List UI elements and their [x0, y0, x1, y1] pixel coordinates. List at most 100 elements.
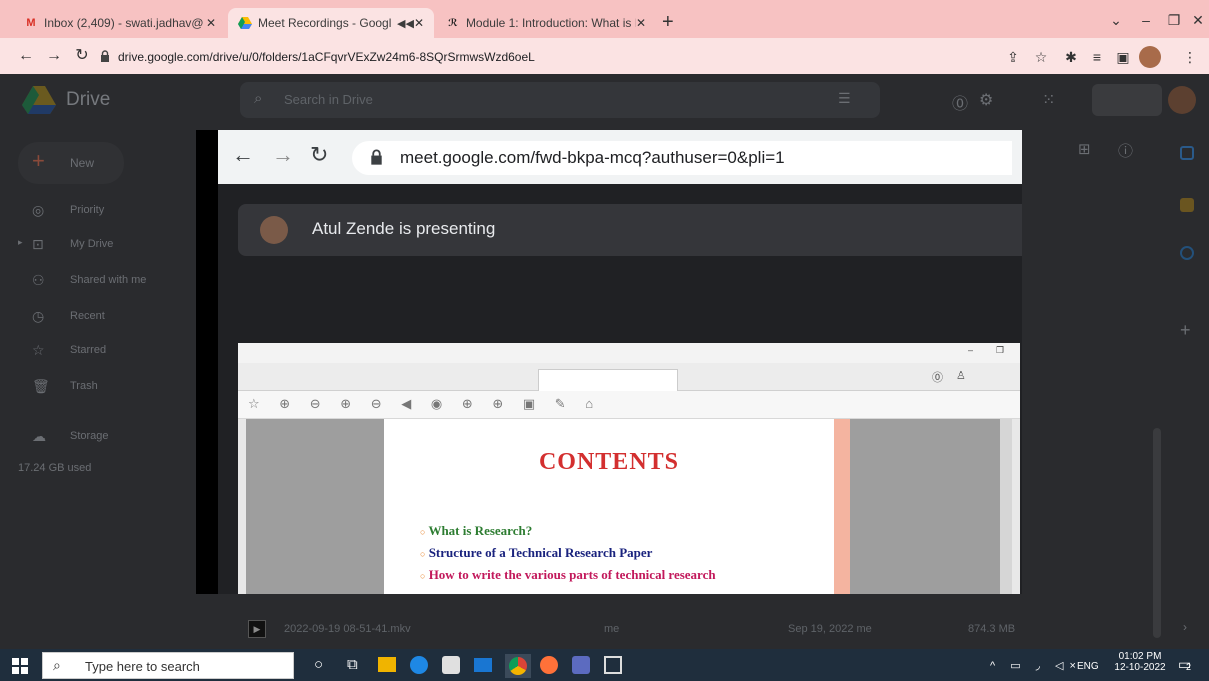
pdf-list-item: ○ How to write the various parts of tech…	[420, 567, 716, 582]
settings-gear-icon[interactable]: ⚙	[979, 90, 993, 110]
nav-label: Starred	[70, 344, 107, 356]
mail-icon[interactable]	[474, 658, 492, 672]
file-list-scrollbar[interactable]	[1153, 428, 1161, 638]
account-avatar[interactable]	[1168, 86, 1196, 114]
extensions-icon[interactable]: ✱	[1059, 45, 1083, 69]
presenter-avatar	[260, 216, 288, 244]
pdf-contents-heading: CONTENTS	[538, 449, 680, 475]
pdf-list-item: ○ Structure of a Technical Research Pape…	[420, 545, 653, 560]
grid-view-icon[interactable]: ⊞	[1078, 140, 1091, 158]
star-icon: ☆	[32, 342, 45, 358]
calendar-addon-icon[interactable]	[1180, 146, 1194, 160]
system-tray-icons[interactable]: ^ ▭ ◞ ◁×	[990, 659, 1082, 672]
tab-module-1[interactable]: ℛ Module 1: Introduction: What is I ✕	[436, 8, 656, 38]
taskbar-clock[interactable]: 01:02 PM 12-10-2022	[1110, 651, 1170, 673]
nav-label: Trash	[70, 380, 98, 392]
nav-label: Recent	[70, 310, 105, 322]
drive-logo-text: Drive	[66, 89, 111, 110]
file-owner: me	[604, 623, 620, 635]
search-icon: ⌕	[53, 657, 61, 673]
search-options-icon[interactable]: ☰	[838, 90, 851, 107]
tab-label: Inbox (2,409) - swati.jadhav@chr	[44, 16, 204, 30]
chrome-taskbar-button[interactable]	[505, 654, 531, 678]
notification-center-icon[interactable]: ▭ 2	[1178, 656, 1198, 674]
cloud-icon: ☁	[32, 428, 46, 444]
meet-forward-arrow-icon: →	[272, 142, 294, 167]
add-addon-plus-icon[interactable]: +	[1180, 320, 1191, 341]
pdf-minimize-icon: –	[968, 345, 974, 355]
file-name: 2022-09-19 08-51-41.mkv	[284, 623, 411, 635]
firefox-icon[interactable]	[540, 656, 558, 674]
bookmark-star-icon[interactable]: ☆	[1029, 45, 1053, 69]
meet-reload-icon: ↻	[310, 142, 329, 167]
gmail-icon: M	[26, 17, 36, 29]
lock-icon[interactable]	[100, 50, 112, 64]
profile-avatar[interactable]	[1139, 46, 1161, 68]
store-icon[interactable]	[442, 656, 460, 674]
back-arrow-icon[interactable]: ←	[14, 44, 38, 68]
task-view-icon[interactable]: ⧉	[347, 656, 358, 673]
pdf-page: CONTENTS ○ What is Research? ○ Structure…	[384, 419, 834, 594]
tab-close-icon[interactable]: ✕	[206, 16, 216, 30]
tab-label: Module 1: Introduction: What is I	[465, 16, 636, 30]
pdf-list-item: ○ What is Research?	[420, 523, 533, 538]
bullet-icon: ○	[420, 549, 426, 559]
close-window-icon[interactable]: ✕	[1180, 8, 1209, 32]
tab-label: Meet Recordings - Google D	[258, 16, 392, 30]
bullet-icon: ○	[420, 527, 426, 537]
nav-label: Shared with me	[70, 274, 147, 286]
cortana-icon[interactable]: ○	[314, 656, 323, 673]
photos-app-icon[interactable]	[604, 656, 622, 674]
pdf-active-tab	[538, 369, 678, 391]
share-icon[interactable]: ⇪	[1001, 45, 1025, 69]
tab-close-icon[interactable]: ✕	[636, 16, 646, 30]
menu-kebab-icon[interactable]: ⋮	[1178, 45, 1202, 69]
tab-meet-recordings[interactable]: Meet Recordings - Google D ◀◀ ✕	[228, 8, 434, 38]
language-indicator[interactable]: ENG	[1077, 661, 1099, 672]
drive-search-bar[interactable]: ⌕ Search in Drive ☰	[240, 82, 880, 118]
audio-icon[interactable]: ◀◀	[397, 17, 414, 30]
address-bar[interactable]: drive.google.com/drive/u/0/folders/1aCFq…	[118, 45, 998, 69]
shared-people-icon: ⚇	[32, 272, 45, 288]
nav-label: My Drive	[70, 238, 114, 250]
pdf-tab-row: ⓪ ♙	[238, 363, 1020, 391]
help-icon[interactable]: ⓪	[952, 90, 968, 114]
expand-arrow-icon[interactable]: ▸	[18, 237, 23, 248]
apps-grid-icon[interactable]: ⁙	[1042, 90, 1055, 110]
teams-icon[interactable]	[572, 656, 590, 674]
tab-gmail[interactable]: M Inbox (2,409) - swati.jadhav@chr ✕	[14, 8, 226, 38]
info-icon[interactable]: ⓘ	[1118, 140, 1133, 161]
reload-icon[interactable]: ↻	[70, 44, 94, 68]
module-icon: ℛ	[448, 17, 458, 29]
trash-icon: 🗑	[32, 378, 50, 394]
clock-date: 12-10-2022	[1114, 662, 1166, 673]
my-drive-icon: ⊡	[32, 236, 44, 252]
table-row[interactable]: ▶ 2022-09-19 08-51-41.mkv me Sep 19, 202…	[240, 616, 1140, 644]
pdf-window-titlebar: – ❐	[238, 343, 1020, 363]
file-size: 874.3 MB	[968, 623, 1016, 635]
edge-icon[interactable]	[410, 656, 428, 674]
shared-screen: – ❐ ⓪ ♙ ☆ ⊕ ⊖ ⊕ ⊖ ◀ ◉ ⊕ ⊕ ▣ ✎ ⌂ CONTENTS…	[238, 343, 1020, 594]
file-explorer-icon[interactable]	[378, 657, 396, 672]
side-panel-chevron-icon[interactable]: ›	[1183, 620, 1187, 634]
new-button[interactable]: + New	[18, 142, 124, 184]
org-logo[interactable]	[1092, 84, 1162, 116]
tab-close-icon[interactable]: ✕	[414, 16, 424, 30]
windows-start-icon[interactable]	[12, 658, 28, 679]
pdf-left-gutter	[246, 419, 384, 594]
keep-addon-icon[interactable]	[1180, 198, 1194, 212]
notification-count: 2	[1186, 662, 1192, 672]
forward-arrow-icon[interactable]: →	[42, 44, 66, 68]
pdf-bell-icon: ♙	[956, 370, 966, 382]
file-modified: Sep 19, 2022 me	[788, 623, 872, 635]
taskbar-search-box[interactable]: ⌕ Type here to search	[42, 652, 294, 679]
reading-list-icon[interactable]: ≡	[1085, 45, 1109, 69]
side-panel-icon[interactable]: ▣	[1111, 45, 1135, 69]
storage-used: 17.24 GB used	[18, 462, 92, 474]
tasks-addon-icon[interactable]	[1180, 246, 1194, 260]
meet-url: meet.google.com/fwd-bkpa-mcq?authuser=0&…	[400, 148, 785, 167]
priority-icon: ◎	[32, 202, 45, 218]
new-tab-plus-icon[interactable]: +	[662, 12, 674, 32]
search-icon: ⌕	[254, 90, 263, 107]
drive-logo-icon	[22, 86, 56, 119]
